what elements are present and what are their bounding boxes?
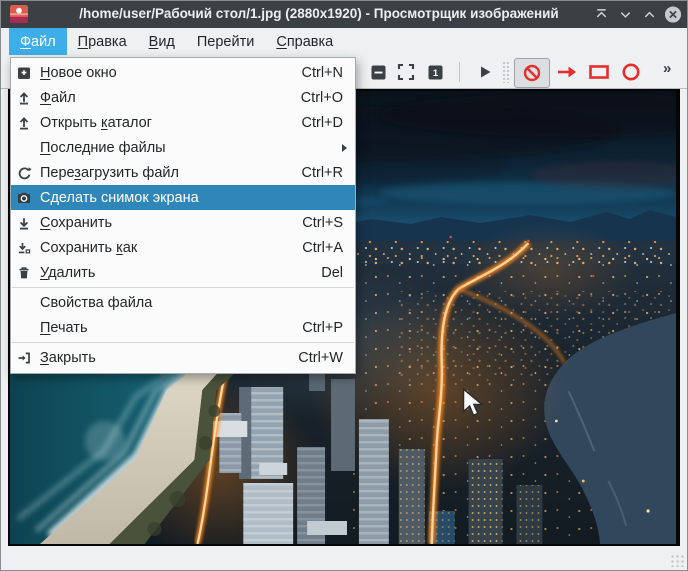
svg-text:1: 1	[432, 68, 438, 79]
maximize-button[interactable]	[640, 5, 658, 23]
annotate-rectangle-icon	[588, 63, 610, 81]
menu-item-shortcut: Ctrl+W	[298, 350, 343, 366]
menu-item-save[interactable]: Сохранить Ctrl+S	[11, 210, 355, 235]
exit-icon	[16, 349, 40, 366]
menu-item-label: Закрыть	[40, 350, 298, 366]
menu-item-shortcut: Ctrl+R	[302, 165, 344, 181]
close-icon	[664, 5, 682, 24]
menu-go[interactable]: Перейти	[186, 28, 265, 55]
statusbar	[0, 546, 688, 571]
menu-separator	[12, 287, 354, 288]
menu-item-shortcut: Ctrl+A	[302, 240, 343, 256]
menu-item-shortcut: Ctrl+S	[302, 215, 343, 231]
annotate-circle-button[interactable]	[616, 58, 646, 86]
menu-item-take-screenshot[interactable]: Сделать снимок экрана	[11, 185, 355, 210]
menu-item-new-window[interactable]: Новое окно Ctrl+N	[11, 60, 355, 85]
save-icon	[16, 214, 40, 231]
annotate-circle-icon	[621, 62, 641, 82]
menu-item-label: Новое окно	[40, 65, 302, 81]
menu-item-label: Сохранить	[40, 215, 302, 231]
menu-view[interactable]: Вид	[138, 28, 186, 55]
minimize-button[interactable]	[616, 5, 634, 23]
menu-item-delete[interactable]: Удалить Del	[11, 260, 355, 285]
menu-item-close[interactable]: Закрыть Ctrl+W	[11, 345, 355, 370]
annotate-none-icon	[522, 63, 542, 83]
menu-item-shortcut: Ctrl+N	[302, 65, 344, 81]
menu-item-open-file[interactable]: Файл Ctrl+O	[11, 85, 355, 110]
menu-item-open-folder[interactable]: Открыть каталог Ctrl+D	[11, 110, 355, 135]
menu-item-shortcut: Del	[321, 265, 343, 281]
camera-icon	[16, 189, 40, 206]
open-folder-icon	[16, 114, 40, 131]
menu-item-print[interactable]: Печать Ctrl+P	[11, 315, 355, 340]
toolbar-overflow-icon[interactable]: »	[663, 60, 669, 77]
mouse-cursor	[461, 388, 485, 420]
save-as-icon	[16, 239, 40, 256]
reload-icon	[16, 164, 40, 181]
menu-item-label: Перезагрузить файл	[40, 165, 302, 181]
trash-icon	[16, 264, 40, 281]
close-button[interactable]	[664, 5, 682, 23]
submenu-arrow-icon	[342, 144, 347, 152]
menu-item-file-properties[interactable]: Свойства файла	[11, 290, 355, 315]
menu-file[interactable]: Файл	[9, 28, 67, 55]
menu-item-label: Печать	[40, 320, 302, 336]
fit-to-window-button[interactable]	[391, 58, 421, 86]
actual-size-button[interactable]: 1	[420, 58, 450, 86]
menu-item-recent-files[interactable]: Последние файлы	[11, 135, 355, 160]
toolbar-drag-handle[interactable]	[502, 61, 510, 83]
menu-item-label: Свойства файла	[40, 295, 343, 311]
zoom-out-button[interactable]	[363, 58, 393, 86]
annotate-rectangle-button[interactable]	[584, 58, 614, 86]
annotate-arrow-icon	[556, 63, 578, 81]
menu-item-save-as[interactable]: Сохранить как Ctrl+A	[11, 235, 355, 260]
start-slideshow-button[interactable]	[470, 58, 500, 86]
menu-item-reload[interactable]: Перезагрузить файл Ctrl+R	[11, 160, 355, 185]
keep-above-icon	[594, 7, 609, 22]
fit-to-window-icon	[397, 63, 415, 81]
menu-item-shortcut: Ctrl+P	[302, 320, 343, 336]
file-menu-popup: Новое окно Ctrl+N Файл Ctrl+O Открыть ка…	[10, 57, 356, 374]
actual-size-icon: 1	[427, 64, 444, 81]
resize-grip[interactable]	[670, 554, 684, 567]
menu-item-label: Файл	[40, 90, 301, 106]
menu-item-label: Сделать снимок экрана	[40, 190, 343, 206]
menu-item-label: Сохранить как	[40, 240, 302, 256]
zoom-out-icon	[370, 64, 387, 81]
keep-above-button[interactable]	[592, 5, 610, 23]
image-viewer-app-icon	[10, 5, 28, 23]
menu-help[interactable]: Справка	[265, 28, 344, 55]
new-window-icon	[16, 64, 40, 81]
toolbar-separator	[459, 62, 460, 82]
annotate-arrow-button[interactable]	[552, 58, 582, 86]
titlebar[interactable]: /home/user/Рабочий стол/1.jpg (2880x1920…	[0, 0, 688, 28]
menu-edit[interactable]: Правка	[67, 28, 138, 55]
minimize-icon	[618, 7, 633, 22]
maximize-icon	[642, 7, 657, 22]
menu-item-label: Последние файлы	[40, 140, 342, 156]
menu-item-shortcut: Ctrl+O	[301, 90, 343, 106]
start-slideshow-icon	[476, 63, 494, 81]
annotate-none-button[interactable]	[514, 58, 550, 88]
menu-separator	[12, 342, 354, 343]
open-file-icon	[16, 89, 40, 106]
image-viewer-window: /home/user/Рабочий стол/1.jpg (2880x1920…	[0, 0, 688, 571]
menu-item-label: Удалить	[40, 265, 321, 281]
menu-item-label: Открыть каталог	[40, 115, 302, 131]
menubar: Файл Правка Вид Перейти Справка	[0, 28, 688, 55]
menu-item-shortcut: Ctrl+D	[302, 115, 344, 131]
window-title: /home/user/Рабочий стол/1.jpg (2880x1920…	[40, 0, 598, 28]
